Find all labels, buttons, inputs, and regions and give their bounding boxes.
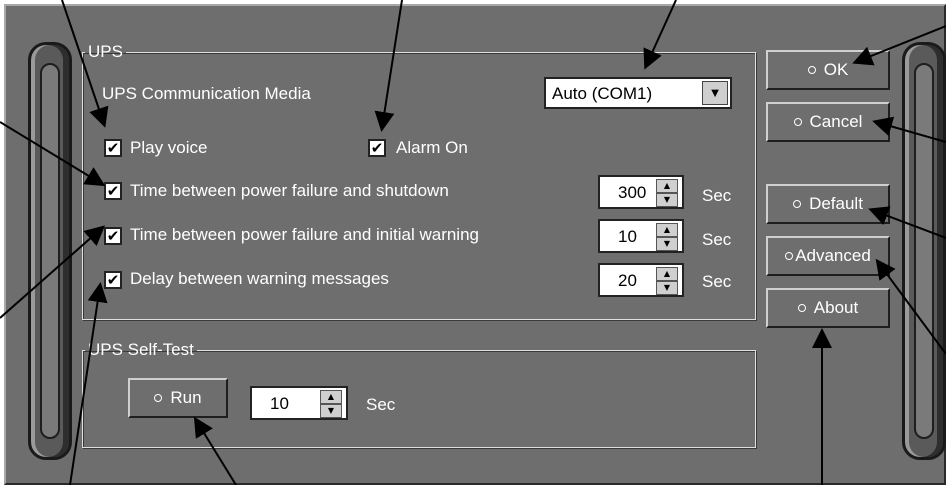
callout-arrow bbox=[872, 116, 946, 143]
callout-arrow bbox=[0, 225, 105, 319]
callout-arrow bbox=[61, 0, 109, 128]
callout-arrow bbox=[643, 0, 677, 70]
callout-arrows bbox=[0, 0, 946, 485]
callout-arrow bbox=[0, 121, 106, 187]
callout-arrow bbox=[193, 416, 237, 485]
callout-arrow bbox=[374, 0, 403, 132]
callout-arrow bbox=[875, 258, 946, 355]
callout-arrow bbox=[868, 206, 946, 239]
callout-arrow bbox=[852, 25, 946, 66]
callout-arrow bbox=[69, 282, 108, 485]
